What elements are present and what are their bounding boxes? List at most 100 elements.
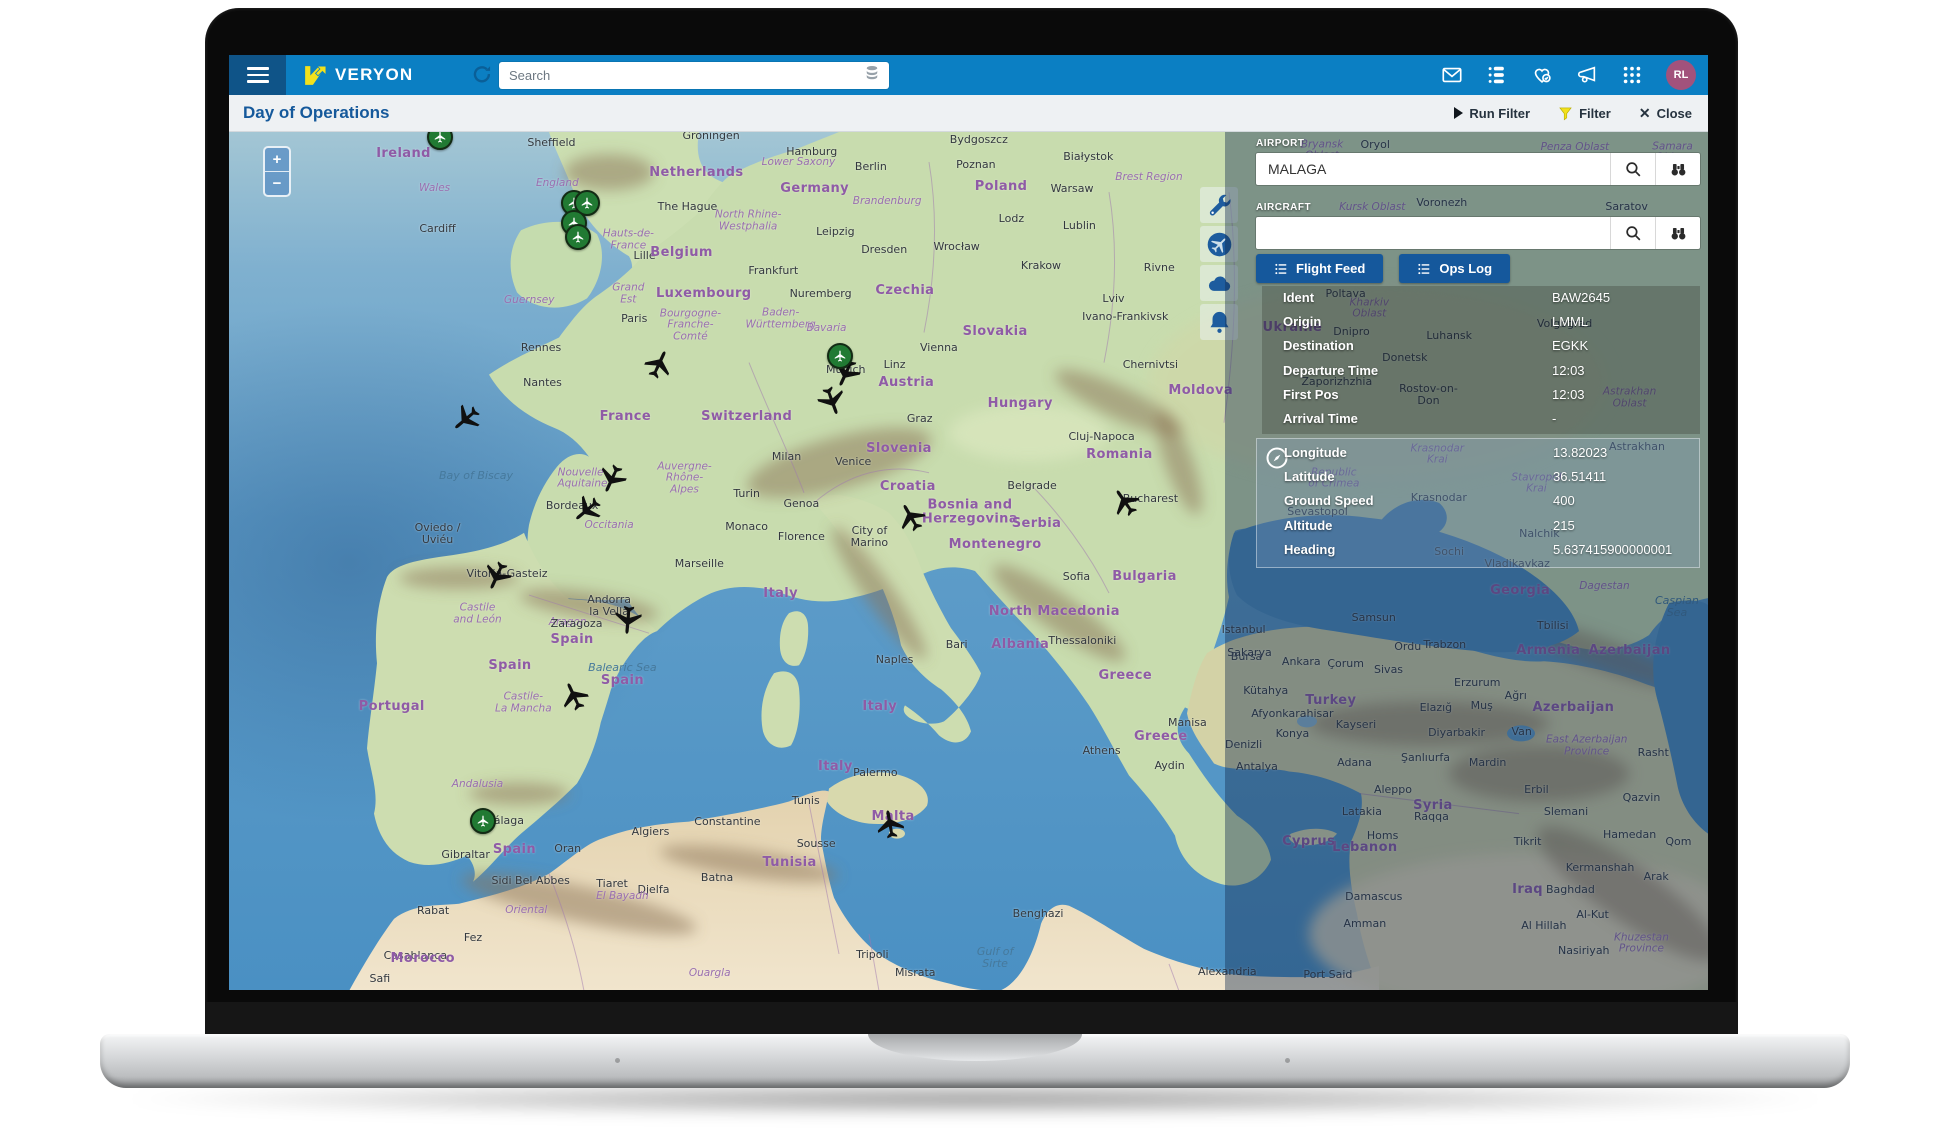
flight-detail-row-label: Arrival Time (1283, 410, 1358, 426)
position-detail-row: Altitude 215 (1257, 518, 1699, 542)
hamburger-menu-button[interactable] (229, 55, 286, 95)
laptop-screen-bezel: VERYON Search RL Day of Operations Run F… (205, 8, 1738, 1036)
position-detail-row: Ground Speed 400 (1257, 493, 1699, 517)
map-zoom-control: + − (263, 146, 291, 197)
aircraft-marker-icon[interactable] (896, 502, 926, 532)
app-window: VERYON Search RL Day of Operations Run F… (229, 55, 1708, 990)
aircraft-marker-icon[interactable] (451, 404, 481, 434)
airport-search-row (1256, 153, 1700, 185)
flight-detail-row-label: Origin (1283, 314, 1322, 330)
position-detail-row-value: 5.637415900000001 (1553, 541, 1673, 557)
aircraft-search-input[interactable] (1256, 217, 1610, 249)
flight-detail-row-value: - (1552, 410, 1557, 426)
position-detail-row: Latitude 36.51411 (1257, 469, 1699, 493)
user-avatar[interactable]: RL (1666, 60, 1696, 90)
aircraft-search-icon[interactable] (1610, 217, 1655, 249)
veryon-logo[interactable]: VERYON (302, 63, 413, 88)
aircraft-marker-icon[interactable] (559, 681, 589, 711)
position-detail-row: Longitude 13.82023 (1257, 445, 1699, 469)
position-detail-row-value: 36.51411 (1553, 469, 1607, 485)
zoom-out-button[interactable]: − (265, 171, 289, 195)
flight-detail-row-value: BAW2645 (1552, 290, 1611, 305)
airport-search-icon[interactable] (1610, 153, 1655, 185)
aircraft-marker-icon[interactable] (482, 561, 512, 591)
position-detail-row-value: 13.82023 (1553, 445, 1608, 460)
search-input[interactable]: Search (499, 62, 889, 89)
flight-detail-row: Ident BAW2645 (1262, 290, 1700, 314)
laptop-notch (868, 1034, 1082, 1061)
position-detail-row-label: Latitude (1284, 469, 1335, 485)
airport-cluster-marker-icon[interactable] (565, 223, 592, 250)
aircraft-search-row (1256, 217, 1700, 249)
flight-detail-row: Arrival Time - (1262, 411, 1700, 435)
page-header: Day of Operations Run Filter Filter ✕ Cl… (229, 95, 1708, 132)
laptop-base (100, 1034, 1850, 1088)
flight-detail-row-label: First Pos (1283, 386, 1339, 402)
queue-icon[interactable] (1486, 64, 1508, 86)
flight-detail-row-value: 12:03 (1552, 362, 1585, 378)
list-icon (1418, 263, 1430, 274)
veryon-logo-icon (305, 65, 327, 85)
filter-button[interactable]: Filter (1558, 106, 1611, 121)
airport-cluster-marker-icon[interactable] (826, 342, 853, 369)
database-icon (863, 64, 889, 87)
navbar-icons: RL (1441, 55, 1696, 95)
aircraft-marker-icon[interactable] (875, 809, 905, 839)
airport-field-label: AIRPORT (1256, 138, 1305, 149)
top-navbar: VERYON Search RL (229, 55, 1708, 95)
laptop-hinge (205, 1002, 1738, 1036)
run-filter-button[interactable]: Run Filter (1454, 106, 1530, 121)
mail-icon[interactable] (1441, 64, 1463, 86)
operations-map[interactable]: Ireland England Wales Sheffield Cardiff Guern… (229, 132, 1708, 990)
flight-detail-row: Origin LMML (1262, 314, 1700, 338)
airport-cluster-marker-icon[interactable] (470, 807, 497, 834)
close-button[interactable]: ✕ Close (1639, 105, 1692, 122)
airport-binoculars-icon[interactable] (1655, 153, 1700, 185)
flight-detail-row: Destination EGKK (1262, 338, 1700, 362)
position-detail-row-label: Altitude (1284, 517, 1333, 533)
position-detail-row-value: 400 (1553, 493, 1575, 509)
aircraft-marker-icon[interactable] (613, 605, 643, 635)
flight-detail-row-value: LMML (1552, 314, 1589, 330)
play-icon (1454, 107, 1464, 119)
ops-log-button[interactable]: Ops Log (1399, 254, 1511, 283)
search-placeholder: Search (509, 68, 551, 83)
list-icon (1275, 263, 1287, 274)
page-title: Day of Operations (243, 103, 390, 122)
favorites-check-icon[interactable] (1531, 64, 1553, 86)
flight-detail-row-value: EGKK (1552, 338, 1589, 354)
aircraft-marker-icon[interactable] (644, 349, 674, 379)
flight-detail-row-label: Ident (1283, 290, 1315, 305)
flight-detail-row-label: Destination (1283, 338, 1354, 354)
aircraft-marker-icon[interactable] (572, 495, 602, 525)
position-detail-row-label: Heading (1284, 541, 1336, 557)
aircraft-marker-icon[interactable] (597, 464, 627, 494)
flight-feed-panel: AIRPORT AIRCRAFT (1225, 132, 1708, 990)
flight-detail-row-value: 12:03 (1552, 386, 1585, 402)
flight-detail-row-label: Departure Time (1283, 362, 1379, 378)
base-screw (615, 1058, 620, 1063)
apps-grid-icon[interactable] (1621, 64, 1643, 86)
header-actions: Run Filter Filter ✕ Close (1454, 105, 1692, 122)
zoom-in-button[interactable]: + (265, 148, 289, 171)
flight-details-block: Ident BAW2645 Origin LMML Destination EGKK Dep… (1262, 286, 1700, 434)
aircraft-binoculars-icon[interactable] (1655, 217, 1700, 249)
panel-buttons: Flight Feed Ops Log (1256, 254, 1511, 283)
aircraft-marker-icon[interactable] (817, 386, 847, 416)
position-detail-row: Heading 5.637415900000001 (1257, 542, 1699, 566)
position-detail-row-value: 215 (1553, 517, 1575, 533)
position-detail-row-label: Ground Speed (1284, 493, 1374, 509)
flight-detail-row: First Pos 12:03 (1262, 387, 1700, 411)
flight-feed-button[interactable]: Flight Feed (1256, 254, 1384, 283)
base-screw (1285, 1058, 1290, 1063)
laptop-mockup: VERYON Search RL Day of Operations Run F… (0, 0, 1950, 1130)
airport-search-input[interactable] (1256, 153, 1610, 185)
refresh-icon[interactable] (471, 64, 493, 86)
flight-detail-row: Departure Time 12:03 (1262, 363, 1700, 387)
announcement-icon[interactable] (1576, 64, 1598, 86)
aircraft-marker-icon[interactable] (1110, 487, 1140, 517)
position-detail-row-label: Longitude (1284, 445, 1347, 460)
close-icon: ✕ (1638, 104, 1651, 121)
logo-text: VERYON (335, 65, 414, 84)
aircraft-field-label: AIRCRAFT (1256, 202, 1312, 213)
